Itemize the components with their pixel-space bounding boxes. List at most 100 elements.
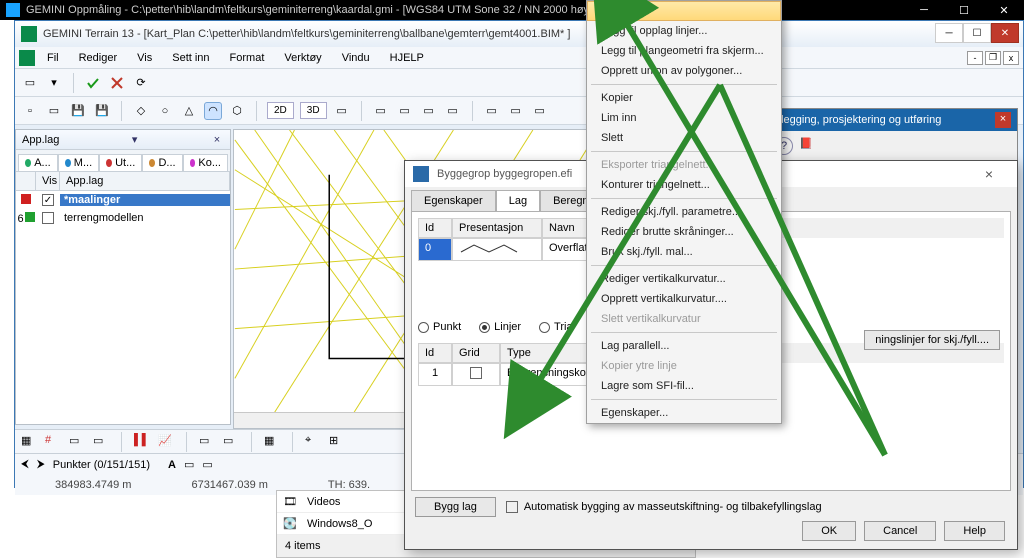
pin-icon[interactable]: ▾ bbox=[128, 133, 142, 146]
dropdown-icon[interactable]: ▾ bbox=[45, 74, 63, 92]
cell-grid-checkbox[interactable] bbox=[452, 363, 500, 386]
tool-icon[interactable]: ▦ bbox=[21, 434, 37, 450]
maximize-button[interactable]: ☐ bbox=[944, 0, 984, 20]
chevron-right-icon[interactable]: ⮞ bbox=[37, 458, 45, 471]
checkbox[interactable]: ✓ bbox=[42, 194, 54, 206]
checkbox[interactable] bbox=[42, 212, 54, 224]
ctx-red-vert[interactable]: Rediger vertikalkurvatur... bbox=[587, 269, 781, 289]
help-button[interactable]: Help bbox=[944, 521, 1005, 541]
check-icon[interactable] bbox=[84, 74, 102, 92]
open-icon[interactable]: ▭ bbox=[45, 102, 63, 120]
tab-egenskaper[interactable]: Egenskaper bbox=[411, 190, 496, 211]
menu-vindu[interactable]: Vindu bbox=[334, 50, 378, 66]
cancel-x-icon[interactable] bbox=[108, 74, 126, 92]
tab-lag[interactable]: Lag bbox=[496, 190, 540, 211]
tool-icon[interactable]: ▭ bbox=[531, 102, 549, 120]
cancel-button[interactable]: Cancel bbox=[864, 521, 936, 541]
col-applag[interactable]: App.lag bbox=[60, 172, 230, 190]
applag-tab[interactable]: Ko... bbox=[183, 154, 228, 171]
applag-tab[interactable]: D... bbox=[142, 154, 182, 171]
tool-icon[interactable]: ▭ bbox=[396, 102, 414, 120]
save-icon[interactable]: 💾 bbox=[69, 102, 87, 120]
tool-icon[interactable]: ▭ bbox=[444, 102, 462, 120]
ctx-bruk-mal[interactable]: Bruk skj./fyll. mal... bbox=[587, 242, 781, 262]
maximize-button[interactable]: ☐ bbox=[963, 23, 991, 43]
ok-button[interactable]: OK bbox=[802, 521, 856, 541]
tool-icon[interactable]: ▭ bbox=[93, 434, 109, 450]
menu-rediger[interactable]: Rediger bbox=[71, 50, 126, 66]
col-id[interactable]: Id bbox=[418, 218, 452, 238]
ctx-konturer[interactable]: Konturer triangelnett... bbox=[587, 175, 781, 195]
tool-icon[interactable]: # bbox=[45, 434, 61, 450]
tool-icon[interactable]: ▭ bbox=[69, 434, 85, 450]
applag-tab[interactable]: Ut... bbox=[99, 154, 142, 171]
radio-tria[interactable]: Tria bbox=[539, 321, 573, 333]
ctx-egenskaper[interactable]: Egenskaper... bbox=[587, 403, 781, 423]
applag-tab[interactable]: M... bbox=[58, 154, 99, 171]
mdi-close-icon[interactable]: x bbox=[1003, 51, 1019, 65]
minimize-button[interactable]: ─ bbox=[935, 23, 963, 43]
tool-icon[interactable]: ▭ bbox=[21, 74, 39, 92]
bygg-lag-button[interactable]: Bygg lag bbox=[415, 497, 496, 517]
view-3d-button[interactable]: 3D bbox=[300, 102, 327, 119]
ctx-slett[interactable]: Slett bbox=[587, 128, 781, 148]
close-button[interactable]: ✕ bbox=[984, 0, 1024, 20]
refresh-icon[interactable]: ⟳ bbox=[132, 74, 150, 92]
menu-vis[interactable]: Vis bbox=[129, 50, 160, 66]
new-file-icon[interactable]: ▫ bbox=[21, 102, 39, 120]
menu-format[interactable]: Format bbox=[222, 50, 273, 66]
tool-icon[interactable]: ▭ bbox=[372, 102, 390, 120]
view-2d-button[interactable]: 2D bbox=[267, 102, 294, 119]
mdi-restore-icon[interactable]: ❐ bbox=[985, 51, 1001, 65]
menu-hjelp[interactable]: HJELP bbox=[382, 50, 432, 66]
chevron-left-icon[interactable]: ⮜ bbox=[21, 458, 29, 471]
book-icon[interactable]: 📕 bbox=[799, 137, 813, 155]
mdi-minimize-icon[interactable]: - bbox=[967, 51, 983, 65]
close-icon[interactable]: × bbox=[995, 112, 1011, 128]
tool-icon[interactable]: ▌▌ bbox=[134, 434, 150, 450]
ctx-kopier[interactable]: Kopier bbox=[587, 88, 781, 108]
tool-icon[interactable]: ▭ bbox=[199, 434, 215, 450]
save-all-icon[interactable]: 💾 bbox=[93, 102, 111, 120]
shape-icon[interactable]: ⬡ bbox=[228, 102, 246, 120]
tool-icon[interactable]: ▭ bbox=[507, 102, 525, 120]
ctx-ny[interactable]: Ny bbox=[587, 1, 781, 21]
tool-icon[interactable]: ▭ bbox=[202, 458, 212, 471]
close-button[interactable]: ✕ bbox=[991, 23, 1019, 43]
ningslinjer-button[interactable]: ningslinjer for skj./fyll.... bbox=[864, 330, 1000, 350]
ctx-legg-opplag[interactable]: Legg til opplag linjer... bbox=[587, 21, 781, 41]
tool-icon[interactable]: 📈 bbox=[158, 434, 174, 450]
ctx-opprett-vert[interactable]: Opprett vertikalkurvatur.... bbox=[587, 289, 781, 309]
radio-punkt[interactable]: Punkt bbox=[418, 321, 461, 333]
tool-icon[interactable]: ⌖ bbox=[305, 434, 321, 450]
shape-icon[interactable]: ◠ bbox=[204, 102, 222, 120]
ctx-red-brutte[interactable]: Rediger brutte skråninger... bbox=[587, 222, 781, 242]
shape-icon[interactable]: ◇ bbox=[132, 102, 150, 120]
ctx-lim[interactable]: Lim inn bbox=[587, 108, 781, 128]
text-mode-a[interactable]: A bbox=[168, 459, 176, 471]
applag-tab[interactable]: A... bbox=[18, 154, 58, 171]
menu-verktoy[interactable]: Verktøy bbox=[276, 50, 329, 66]
menu-settinn[interactable]: Sett inn bbox=[164, 50, 217, 66]
col-presentasjon[interactable]: Presentasjon bbox=[452, 218, 542, 238]
tool-icon[interactable]: ▭ bbox=[223, 434, 239, 450]
tool-icon[interactable]: ▦ bbox=[264, 434, 280, 450]
minimize-button[interactable]: ─ bbox=[904, 0, 944, 20]
tool-icon[interactable]: ▭ bbox=[420, 102, 438, 120]
menu-fil[interactable]: Fil bbox=[39, 50, 67, 66]
radio-linjer[interactable]: Linjer bbox=[479, 321, 521, 333]
tool-icon[interactable]: ▭ bbox=[483, 102, 501, 120]
tool-icon[interactable]: ⊞ bbox=[329, 434, 345, 450]
applag-row[interactable]: ✓ *maalinger bbox=[16, 191, 230, 209]
close-icon[interactable]: × bbox=[969, 166, 1009, 182]
col-id[interactable]: Id bbox=[418, 343, 452, 363]
shape-icon[interactable]: ○ bbox=[156, 102, 174, 120]
auto-checkbox[interactable]: Automatisk bygging av masseutskiftning- … bbox=[506, 501, 822, 513]
tool-icon[interactable]: ▭ bbox=[333, 102, 351, 120]
ctx-lag-parallell[interactable]: Lag parallell... bbox=[587, 336, 781, 356]
col-vis[interactable]: Vis bbox=[36, 172, 60, 190]
ctx-lagre-sfi[interactable]: Lagre som SFI-fil... bbox=[587, 376, 781, 396]
col-grid[interactable]: Grid bbox=[452, 343, 500, 363]
ctx-red-param[interactable]: Rediger skj./fyll. parametre... bbox=[587, 202, 781, 222]
close-icon[interactable]: × bbox=[210, 134, 224, 146]
